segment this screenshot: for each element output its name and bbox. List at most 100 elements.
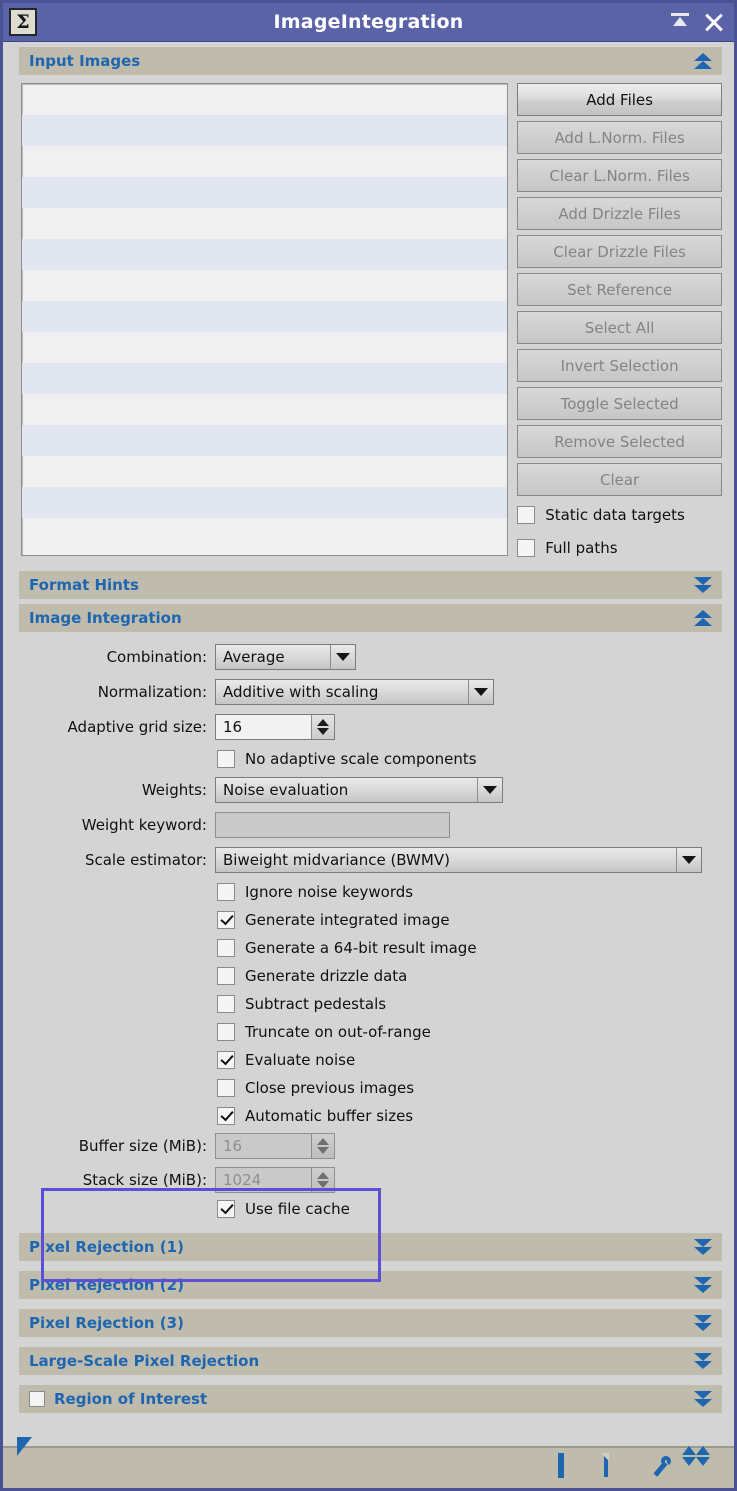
normalization-select[interactable]: Additive with scaling [215, 678, 494, 705]
stepper-buttons[interactable] [311, 714, 334, 739]
clear-lnorm-files-button[interactable]: Clear L.Norm. Files [517, 159, 722, 192]
weight-keyword-input[interactable] [215, 811, 450, 838]
close-icon [704, 11, 724, 33]
roll-up-triangle-icon [673, 17, 687, 26]
collapse-button[interactable] [682, 1446, 720, 1480]
preferences-button[interactable] [650, 1456, 674, 1480]
invert-selection-button[interactable]: Invert Selection [517, 349, 722, 382]
chevron-down-icon[interactable] [692, 1350, 714, 1372]
chevron-up-icon[interactable] [692, 50, 714, 72]
list-item [22, 363, 508, 394]
section-header-input-images[interactable]: Input Images [19, 47, 722, 75]
scale-estimator-select[interactable]: Biweight midvariance (BWMV) [215, 846, 702, 873]
combination-select[interactable]: Average [215, 643, 356, 670]
static-data-targets-checkbox[interactable] [517, 506, 536, 524]
weights-select[interactable]: Noise evaluation [215, 776, 503, 803]
evaluate-noise-checkbox[interactable] [217, 1051, 235, 1069]
chevron-down-icon[interactable] [692, 1312, 714, 1334]
stack-size-stepper[interactable]: 1024 [215, 1167, 335, 1193]
evaluate-noise-row[interactable]: Evaluate noise [217, 1046, 722, 1074]
ignore-noise-keywords-row[interactable]: Ignore noise keywords [217, 878, 722, 906]
toggle-selected-button[interactable]: Toggle Selected [517, 387, 722, 420]
close-previous-images-row[interactable]: Close previous images [217, 1074, 722, 1102]
full-paths-checkbox[interactable] [517, 539, 536, 557]
normalization-row: Normalization: Additive with scaling [3, 675, 722, 708]
chevron-up-icon[interactable] [692, 607, 714, 629]
reset-button[interactable] [604, 1454, 628, 1480]
section-header-region-of-interest[interactable]: Region of Interest [19, 1385, 722, 1413]
chevron-down-icon[interactable] [692, 574, 714, 596]
stepper-up-icon [317, 718, 329, 726]
close-button[interactable] [704, 11, 724, 33]
document-reset-icon [604, 1454, 608, 1477]
region-of-interest-checkbox[interactable] [29, 1391, 45, 1407]
bottom-toolbar [3, 1437, 734, 1488]
section-title: Large-Scale Pixel Rejection [29, 1352, 260, 1370]
static-data-targets-row[interactable]: Static data targets [517, 501, 722, 529]
section-title: Pixel Rejection (1) [29, 1238, 184, 1256]
generate-drizzle-data-checkbox[interactable] [217, 967, 235, 985]
section-header-pixel-rejection-3[interactable]: Pixel Rejection (3) [19, 1309, 722, 1337]
titlebar-buttons [670, 11, 724, 33]
chevron-down-icon[interactable] [692, 1388, 714, 1410]
subtract-pedestals-checkbox[interactable] [217, 995, 235, 1013]
chevron-down-icon[interactable] [692, 1236, 714, 1258]
set-reference-button[interactable]: Set Reference [517, 273, 722, 306]
stack-size-row: Stack size (MiB): 1024 [3, 1164, 722, 1196]
full-paths-label: Full paths [545, 539, 618, 557]
list-item [22, 301, 508, 332]
add-drizzle-files-button[interactable]: Add Drizzle Files [517, 197, 722, 230]
chevron-down-icon[interactable] [692, 1274, 714, 1296]
section-title: Format Hints [29, 576, 139, 594]
use-file-cache-checkbox[interactable] [217, 1200, 235, 1218]
browse-documentation-button[interactable] [558, 1453, 582, 1480]
truncate-out-of-range-checkbox[interactable] [217, 1023, 235, 1041]
generate-integrated-image-checkbox[interactable] [217, 911, 235, 929]
no-adaptive-scale-checkbox[interactable] [217, 750, 235, 768]
section-header-pixel-rejection-1[interactable]: Pixel Rejection (1) [19, 1233, 722, 1261]
generate-64bit-result-checkbox[interactable] [217, 939, 235, 957]
section-header-pixel-rejection-2[interactable]: Pixel Rejection (2) [19, 1271, 722, 1299]
add-files-button[interactable]: Add Files [517, 83, 722, 116]
no-adaptive-scale-row[interactable]: No adaptive scale components [217, 745, 722, 773]
remove-selected-button[interactable]: Remove Selected [517, 425, 722, 458]
chevron-down-icon[interactable] [676, 847, 701, 872]
add-lnorm-files-button[interactable]: Add L.Norm. Files [517, 121, 722, 154]
clear-button[interactable]: Clear [517, 463, 722, 496]
generate-64bit-result-row[interactable]: Generate a 64-bit result image [217, 934, 722, 962]
ignore-noise-keywords-checkbox[interactable] [217, 883, 235, 901]
buffer-size-stepper[interactable]: 16 [215, 1133, 335, 1159]
adaptive-grid-size-stepper[interactable]: 16 [215, 713, 335, 740]
section-header-format-hints[interactable]: Format Hints [19, 571, 722, 599]
chevron-down-icon[interactable] [477, 777, 502, 802]
subtract-pedestals-row[interactable]: Subtract pedestals [217, 990, 722, 1018]
no-adaptive-scale-label: No adaptive scale components [245, 750, 477, 768]
full-paths-row[interactable]: Full paths [517, 534, 722, 562]
sigma-process-icon: Σ [9, 8, 37, 36]
chevron-down-icon[interactable] [468, 679, 493, 704]
file-list[interactable] [21, 83, 509, 556]
generate-integrated-image-row[interactable]: Generate integrated image [217, 906, 722, 934]
select-all-button[interactable]: Select All [517, 311, 722, 344]
section-header-image-integration[interactable]: Image Integration [19, 604, 722, 632]
truncate-out-of-range-label: Truncate on out-of-range [245, 1023, 431, 1041]
section-header-large-scale-pixel-rejection[interactable]: Large-Scale Pixel Rejection [19, 1347, 722, 1375]
chevron-down-icon[interactable] [330, 644, 355, 669]
weights-value: Noise evaluation [223, 780, 349, 799]
normalization-value: Additive with scaling [223, 682, 379, 701]
list-item [22, 177, 508, 208]
apply-button[interactable] [17, 1437, 41, 1480]
apply-global-button[interactable] [63, 1456, 87, 1480]
scale-estimator-value: Biweight midvariance (BWMV) [223, 850, 450, 869]
truncate-out-of-range-row[interactable]: Truncate on out-of-range [217, 1018, 722, 1046]
automatic-buffer-sizes-row[interactable]: Automatic buffer sizes [217, 1102, 722, 1130]
automatic-buffer-sizes-checkbox[interactable] [217, 1107, 235, 1125]
normalization-label: Normalization: [97, 682, 207, 701]
stepper-buttons[interactable] [311, 1168, 334, 1192]
clear-drizzle-files-button[interactable]: Clear Drizzle Files [517, 235, 722, 268]
use-file-cache-row[interactable]: Use file cache [217, 1198, 722, 1220]
stepper-buttons[interactable] [311, 1134, 334, 1158]
roll-up-button[interactable] [670, 11, 690, 33]
generate-drizzle-data-row[interactable]: Generate drizzle data [217, 962, 722, 990]
close-previous-images-checkbox[interactable] [217, 1079, 235, 1097]
